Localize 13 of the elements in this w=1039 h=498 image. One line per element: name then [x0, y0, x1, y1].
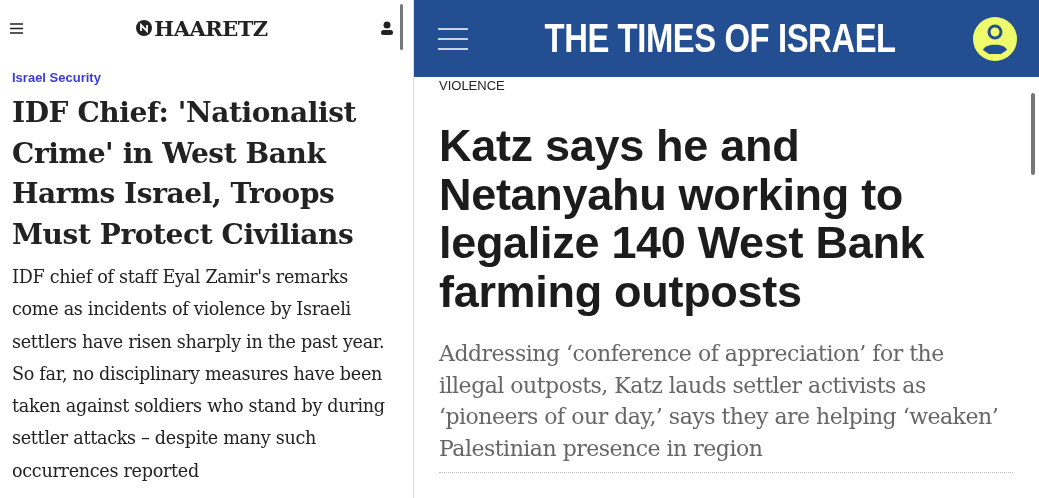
- scrollbar[interactable]: [1031, 93, 1035, 175]
- article-headline: Katz says he and Netanyahu working to legalize 140 West Bank farming outposts: [439, 122, 926, 316]
- article-headline: IDF Chief: 'Nationalist Crime' in West Bank Harms Israel, Troops Must Protect Civilians: [12, 95, 358, 253]
- account-icon[interactable]: [973, 16, 1017, 61]
- menu-icon[interactable]: [10, 22, 23, 34]
- category-label[interactable]: VIOLENCE: [439, 79, 1039, 93]
- article-summary: Addressing ‘conference of appreciation’ for the illegal outposts, Katz lauds settler activists as ‘pioneers of our day,’ says they are helping ‘weaken’ Palestinian presence in region: [439, 338, 1013, 473]
- account-icon[interactable]: [381, 21, 393, 35]
- article-summary: IDF chief of staff Eyal Zamir's remarks come as incidents of violence by Israeli settlers have risen sharply in the past year. So far, no disciplinary measures have been taken against soldiers who stand by during settler attacks – despite many such occurrences reported: [12, 266, 386, 483]
- logo-icon: [136, 20, 153, 36]
- scrollbar[interactable]: [400, 4, 403, 50]
- category-link[interactable]: Israel Security: [12, 70, 413, 85]
- site-logo[interactable]: HAARETZ: [154, 15, 268, 41]
